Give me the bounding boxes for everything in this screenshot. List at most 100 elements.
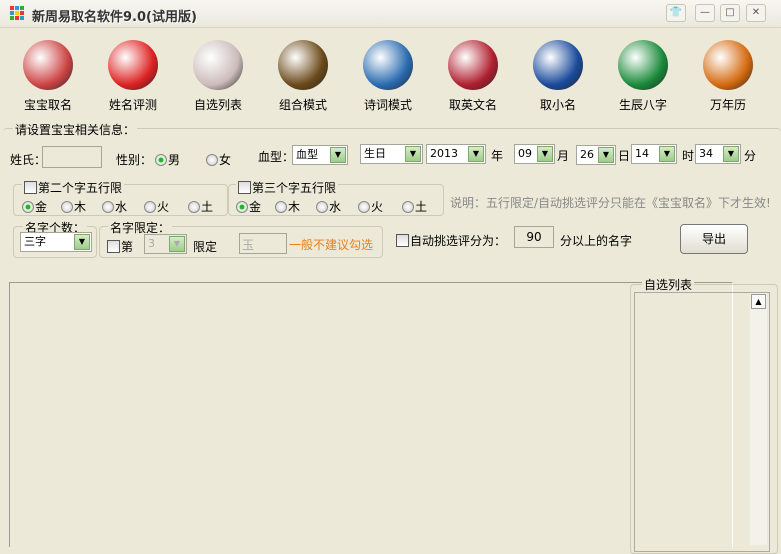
radio-icon: [61, 201, 73, 213]
radio-icon: [275, 201, 287, 213]
toolbar-label: 取英文名: [448, 98, 497, 112]
toolbar-label: 姓名评测: [108, 98, 157, 112]
scroll-up-icon[interactable]: ▲: [751, 294, 766, 309]
element-radio[interactable]: 木: [61, 198, 86, 215]
element-radio[interactable]: 水: [102, 198, 127, 215]
chevron-down-icon: ▼: [659, 146, 675, 162]
window-title: 新周易取名软件9.0(试用版): [32, 10, 197, 25]
auto-suffix: 分以上的名字: [560, 234, 633, 248]
note-text: 说明：五行限定/自动挑选评分只能在《宝宝取名》下才生效!: [450, 196, 771, 210]
radio-icon: [402, 201, 414, 213]
month-value: 09: [518, 147, 532, 160]
element-radio[interactable]: 土: [402, 198, 427, 215]
element-label: 木: [74, 200, 87, 214]
element-label: 金: [249, 200, 262, 214]
element-radio[interactable]: 木: [275, 198, 300, 215]
checkbox-icon: [238, 181, 251, 194]
hour-unit: 时: [682, 149, 695, 163]
results-list[interactable]: [9, 282, 733, 547]
favorites-title: 自选列表: [642, 276, 695, 293]
name-count-select[interactable]: 三字 ▼: [20, 232, 92, 252]
limit-position-select[interactable]: 3 ▼: [144, 234, 187, 254]
fu-icon: [108, 40, 158, 90]
element-radio[interactable]: 火: [144, 198, 169, 215]
radio-icon: [144, 201, 156, 213]
auto-label: 自动挑选评分为：: [410, 234, 507, 248]
year-value: 2013: [430, 147, 458, 160]
third-char-label: 第三个字五行限: [252, 181, 337, 195]
limit-pos-value: 3: [148, 237, 155, 250]
toolbar-label: 生辰八字: [618, 98, 667, 112]
toolbar-calendar-button[interactable]: 万年历: [688, 36, 768, 114]
chevron-down-icon: ▼: [330, 147, 346, 163]
bagua-icon: [618, 40, 668, 90]
element-radio[interactable]: 金: [22, 198, 47, 215]
toolbar-label: 自选列表: [193, 98, 242, 112]
children-icon: [23, 40, 73, 90]
toolbar-book-cd-button[interactable]: 诗词模式: [348, 36, 428, 114]
brushes-icon: [193, 40, 243, 90]
day-select[interactable]: 26 ▼: [576, 145, 616, 165]
minute-unit: 分: [744, 149, 757, 163]
day-unit: 日: [618, 149, 631, 163]
toolbar-fu-button[interactable]: 姓名评测: [93, 36, 173, 114]
toolbar-children-button[interactable]: 宝宝取名: [8, 36, 88, 114]
minimize-button[interactable]: —: [695, 4, 715, 22]
element-label: 木: [288, 200, 301, 214]
gender-male-radio[interactable]: 男: [155, 151, 180, 168]
checkbox-icon: [107, 240, 120, 253]
element-label: 火: [371, 200, 384, 214]
element-radio[interactable]: 土: [188, 198, 213, 215]
year-select[interactable]: 2013 ▼: [426, 144, 486, 164]
limit-word: 限定: [193, 240, 218, 254]
radio-icon: [22, 201, 34, 213]
month-select[interactable]: 09 ▼: [514, 144, 555, 164]
app-logo-icon: [10, 6, 25, 21]
toolbar-lion-button[interactable]: 组合模式: [263, 36, 343, 114]
element-radio[interactable]: 金: [236, 198, 261, 215]
limit-char-input[interactable]: 玉: [239, 233, 287, 254]
surname-input[interactable]: [42, 146, 102, 168]
gender-female-radio[interactable]: 女: [206, 151, 231, 168]
calendar-type-select[interactable]: 生日 ▼: [360, 144, 423, 164]
male-label: 男: [168, 153, 181, 167]
hour-select[interactable]: 14 ▼: [631, 144, 677, 164]
gender-label: 性别：: [116, 153, 153, 167]
export-button[interactable]: 导出: [680, 224, 748, 254]
element-radio[interactable]: 水: [316, 198, 341, 215]
second-char-label: 第二个字五行限: [38, 181, 123, 195]
chevron-down-icon: ▼: [537, 146, 553, 162]
lion-icon: [278, 40, 328, 90]
radio-icon: [358, 201, 370, 213]
scrollbar[interactable]: ▲: [750, 293, 767, 545]
section-title: 请设置宝宝相关信息：: [13, 121, 138, 138]
chevron-down-icon: ▼: [169, 236, 185, 252]
calendar-icon: [703, 40, 753, 90]
count-value: 三字: [24, 235, 46, 248]
toolbar-crest-button[interactable]: 取英文名: [433, 36, 513, 114]
skin-button[interactable]: 👕: [666, 4, 686, 22]
toolbar-brushes-button[interactable]: 自选列表: [178, 36, 258, 114]
second-char-checkbox[interactable]: 第二个字五行限: [22, 179, 125, 196]
chevron-down-icon: ▼: [405, 146, 421, 162]
minute-select[interactable]: 34 ▼: [695, 144, 741, 164]
toolbar-bagua-button[interactable]: 生辰八字: [603, 36, 683, 114]
close-button[interactable]: ✕: [746, 4, 766, 22]
element-label: 水: [115, 200, 128, 214]
auto-score-checkbox[interactable]: 自动挑选评分为：: [396, 232, 506, 249]
limit-checkbox[interactable]: 第: [107, 238, 133, 255]
chevron-down-icon: ▼: [74, 234, 90, 250]
limit-prefix: 第: [121, 240, 134, 254]
third-char-checkbox[interactable]: 第三个字五行限: [236, 179, 339, 196]
year-unit: 年: [491, 149, 504, 163]
auto-score-input[interactable]: 90: [514, 226, 554, 248]
toolbar-wolf-button[interactable]: 取小名: [518, 36, 598, 114]
element-radio[interactable]: 火: [358, 198, 383, 215]
book-cd-icon: [363, 40, 413, 90]
maximize-button[interactable]: □: [720, 4, 740, 22]
blood-type-select[interactable]: 血型 ▼: [292, 145, 348, 165]
blood-value: 血型: [296, 148, 318, 161]
female-label: 女: [219, 153, 232, 167]
radio-icon: [316, 201, 328, 213]
radio-icon: [236, 201, 248, 213]
